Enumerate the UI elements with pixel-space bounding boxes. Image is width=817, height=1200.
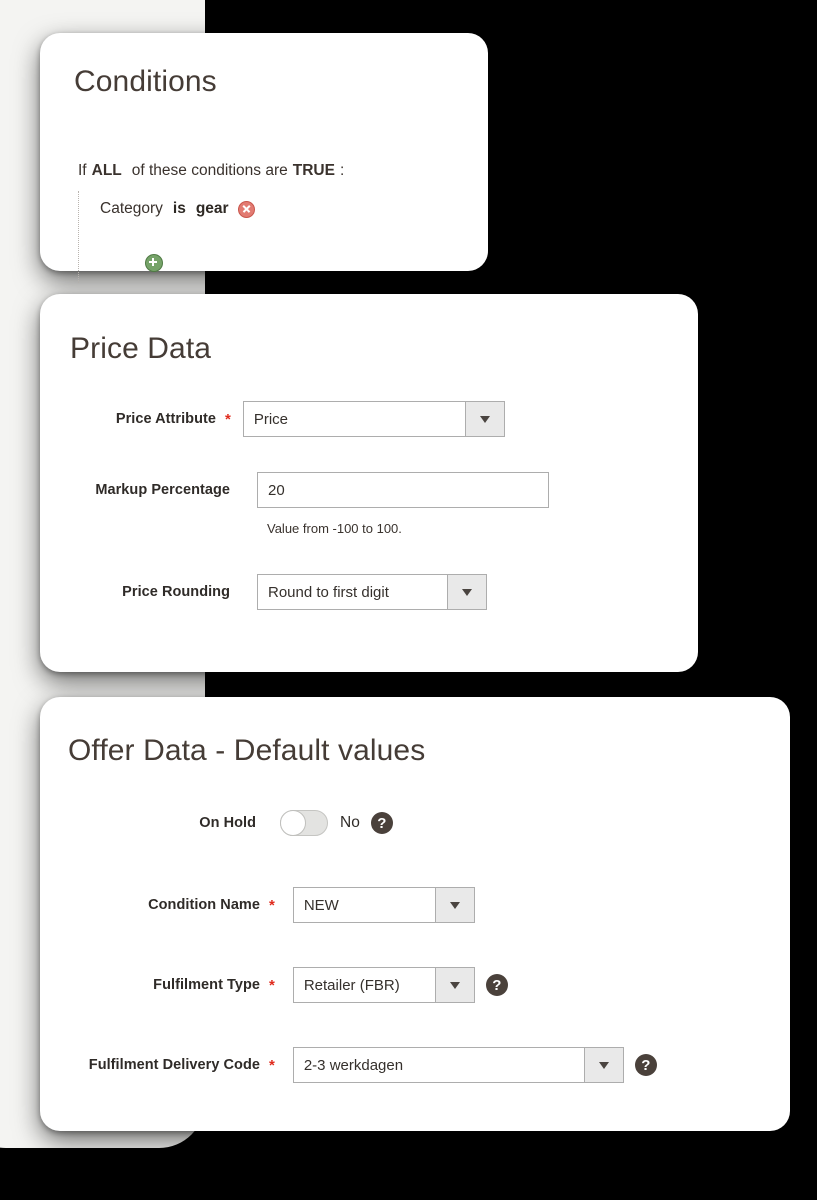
- condition-value[interactable]: gear: [196, 200, 229, 218]
- fulfilment-type-required-star: *: [269, 976, 275, 994]
- conditions-card: Conditions If ALL of these conditions are T…: [40, 33, 488, 283]
- markup-percentage-hint: Value from -100 to 100.: [267, 521, 402, 536]
- on-hold-value: No: [340, 814, 360, 831]
- chevron-down-icon[interactable]: [464, 402, 504, 436]
- fulfilment-type-row: Fulfilment Type * Retailer (FBR) ?: [0, 967, 750, 1003]
- markup-percentage-value: 20: [268, 481, 285, 499]
- price-data-card-title: Price Data: [70, 332, 212, 365]
- conditions-intro-line: If ALL of these conditions are TRUE:: [78, 162, 344, 180]
- markup-percentage-label: Markup Percentage: [95, 482, 230, 498]
- on-hold-toggle[interactable]: [280, 810, 328, 836]
- toggle-knob: [280, 810, 306, 836]
- price-attribute-row: Price Attribute * Price: [0, 401, 658, 437]
- offer-data-card-title: Offer Data - Default values: [68, 734, 426, 767]
- fulfilment-delivery-code-value: 2-3 werkdagen: [293, 1048, 584, 1082]
- fulfilment-delivery-code-label: Fulfilment Delivery Code: [88, 1057, 260, 1073]
- price-rounding-select[interactable]: Round to first digit: [257, 574, 487, 610]
- chevron-down-icon[interactable]: [583, 1048, 623, 1082]
- price-rounding-value: Round to first digit: [258, 575, 447, 609]
- conditions-intro-truth[interactable]: TRUE: [293, 162, 335, 179]
- price-attribute-required-star: *: [225, 410, 231, 428]
- question-mark-icon[interactable]: ?: [485, 974, 508, 996]
- condition-name-label: Condition Name: [148, 897, 260, 913]
- condition-operator[interactable]: is: [173, 200, 186, 218]
- chevron-down-icon[interactable]: [447, 575, 486, 609]
- condition-name-row: Condition Name * NEW: [0, 887, 750, 923]
- fulfilment-delivery-code-row: Fulfilment Delivery Code * 2-3 werkdagen…: [0, 1047, 750, 1083]
- condition-name-value: NEW: [293, 888, 435, 922]
- fulfilment-delivery-code-select[interactable]: 2-3 werkdagen: [292, 1047, 624, 1083]
- condition-name-required-star: *: [269, 896, 275, 914]
- conditions-intro-middle: of these conditions are: [131, 162, 288, 179]
- add-circle-icon[interactable]: [145, 254, 163, 272]
- price-rounding-row: Price Rounding Round to first digit: [0, 574, 658, 610]
- chevron-down-icon[interactable]: [434, 968, 474, 1002]
- fulfilment-type-value: Retailer (FBR): [293, 968, 435, 1002]
- fulfilment-type-label: Fulfilment Type: [153, 977, 260, 993]
- chevron-down-icon[interactable]: [434, 888, 474, 922]
- conditions-intro-quantifier[interactable]: ALL: [92, 162, 122, 179]
- remove-circle-icon[interactable]: [237, 200, 255, 218]
- price-attribute-select[interactable]: Price: [242, 401, 505, 437]
- condition-rule-row: Category is gear: [100, 200, 255, 218]
- fulfilment-type-select[interactable]: Retailer (FBR): [292, 967, 475, 1003]
- on-hold-row: On Hold No ?: [0, 810, 750, 836]
- fulfilment-delivery-code-required-star: *: [269, 1056, 275, 1074]
- price-attribute-value: Price: [243, 402, 465, 436]
- price-rounding-label: Price Rounding: [122, 584, 230, 600]
- condition-name-select[interactable]: NEW: [292, 887, 475, 923]
- on-hold-label: On Hold: [199, 815, 256, 831]
- question-mark-icon[interactable]: ?: [634, 1054, 657, 1076]
- conditions-intro-if: If: [78, 162, 87, 179]
- question-mark-icon[interactable]: ?: [370, 812, 393, 834]
- condition-attribute[interactable]: Category: [100, 200, 163, 218]
- conditions-intro-colon: :: [339, 162, 345, 179]
- price-attribute-label: Price Attribute: [115, 411, 216, 427]
- markup-percentage-input[interactable]: 20: [257, 472, 549, 508]
- conditions-tree-rail: [78, 191, 79, 283]
- conditions-card-title: Conditions: [74, 65, 217, 98]
- add-condition-button[interactable]: [145, 254, 163, 272]
- markup-percentage-row: Markup Percentage 20: [0, 472, 658, 508]
